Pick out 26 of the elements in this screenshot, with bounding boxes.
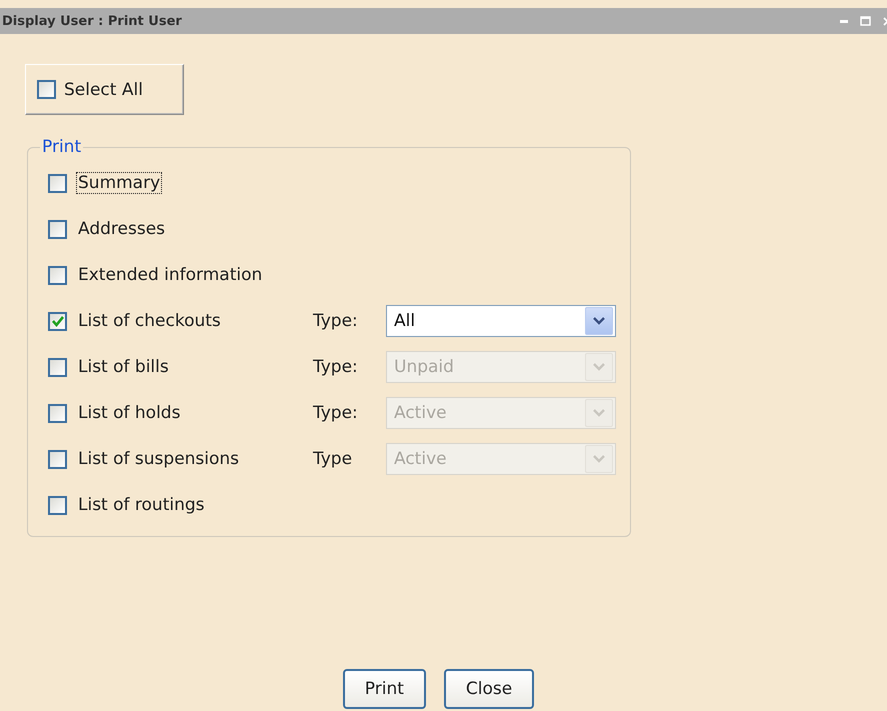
checkbox[interactable]	[37, 80, 56, 99]
checkbox[interactable]	[48, 220, 67, 238]
chevron-down-icon	[593, 409, 605, 417]
type-label: Type	[313, 449, 354, 469]
chevron-down-icon	[593, 455, 605, 463]
option-label[interactable]: Extended information	[77, 265, 264, 285]
chevron-down-icon	[593, 317, 605, 325]
checkmark-icon	[52, 316, 64, 326]
close-button[interactable]: Close	[444, 669, 534, 709]
option-label[interactable]: List of routings	[77, 495, 206, 515]
chevron-down-icon	[593, 363, 605, 371]
option-label[interactable]: List of checkouts	[77, 311, 222, 331]
option-label[interactable]: Summary	[77, 173, 162, 193]
type-label: Type:	[313, 311, 359, 331]
option-label[interactable]: Addresses	[77, 219, 166, 239]
type-dropdown[interactable]: All	[386, 305, 616, 337]
type-label: Type:	[313, 357, 359, 377]
type-label: Type:	[313, 403, 359, 423]
select-all-button[interactable]: Select All	[25, 64, 184, 115]
checkbox[interactable]	[48, 266, 67, 284]
checkbox[interactable]	[48, 312, 67, 330]
window-title: Display User : Print User	[2, 14, 182, 28]
checkbox[interactable]	[48, 174, 67, 192]
checkbox[interactable]	[48, 496, 67, 514]
group-legend: Print	[40, 137, 84, 157]
print-button[interactable]: Print	[342, 669, 426, 709]
